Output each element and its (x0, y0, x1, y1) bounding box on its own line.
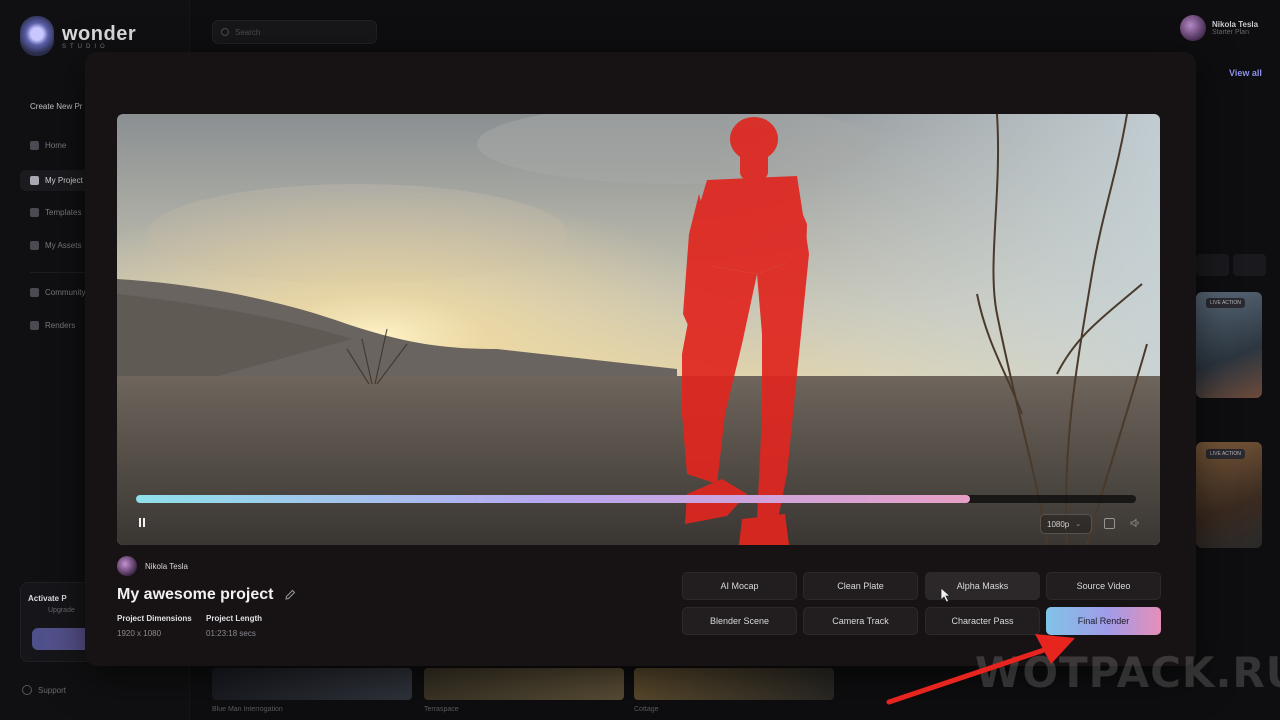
project-title: My awesome project (117, 586, 274, 603)
view-all-link[interactable]: View all (1229, 68, 1262, 78)
renders-icon (30, 321, 39, 330)
project-caption: Blue Man Interrogation (212, 706, 283, 713)
user-menu[interactable]: Nikola Tesla Starter Plan (1180, 15, 1258, 41)
live-action-badge: LIVE ACTION (1206, 298, 1245, 308)
brand-name: wonder (62, 22, 137, 45)
sidebar-item-label: My Project (45, 176, 83, 185)
resolution-value: 1080p (1047, 519, 1070, 529)
avatar (117, 556, 137, 576)
support-icon (22, 685, 32, 695)
avatar (1180, 15, 1206, 41)
ai-mocap-button[interactable]: AI Mocap (682, 572, 797, 600)
dimensions-label: Project Dimensions (117, 614, 192, 623)
page-title: My awesome project (117, 586, 296, 604)
search-icon (221, 28, 229, 36)
video-frame (117, 114, 1160, 545)
activate-title: Activate P (28, 594, 67, 603)
community-icon (30, 288, 39, 297)
folder-icon (30, 176, 39, 185)
resolution-select[interactable]: 1080p ⌄ (1040, 514, 1092, 534)
arrow-annotation-icon (886, 634, 1075, 705)
create-new-project-button[interactable]: Create New Pr (30, 102, 82, 111)
project-author[interactable]: Nikola Tesla (117, 556, 188, 576)
user-plan: Starter Plan (1212, 29, 1249, 36)
brand-logo-icon (20, 16, 54, 56)
grid-view-icon[interactable] (1233, 254, 1266, 276)
video-progress-bar[interactable] (136, 495, 1136, 503)
sidebar-item-templates[interactable]: Templates (30, 208, 81, 217)
view-toggle[interactable] (1196, 254, 1266, 276)
sidebar-item-label: My Assets (45, 241, 82, 250)
blender-scene-button[interactable]: Blender Scene (682, 607, 797, 635)
sidebar-item-community[interactable]: Community (30, 288, 85, 297)
support-link[interactable]: Support (22, 685, 66, 695)
activate-sub: Upgrade (48, 607, 75, 614)
source-video-button[interactable]: Source Video (1046, 572, 1161, 600)
brand[interactable]: wonder STUDIO (20, 16, 136, 56)
live-action-badge: LIVE ACTION (1206, 449, 1245, 459)
template-icon (30, 208, 39, 217)
user-name: Nikola Tesla (1212, 20, 1259, 29)
pause-icon (139, 517, 141, 527)
sidebar-item-label: Community (45, 288, 86, 297)
dimensions-value: 1920 x 1080 (117, 629, 162, 638)
search-input[interactable]: Search (212, 20, 377, 44)
project-length: Project Length 01:23:18 secs (206, 614, 262, 638)
project-thumbnail[interactable] (634, 668, 834, 700)
clean-plate-button[interactable]: Clean Plate (803, 572, 918, 600)
sidebar-item-label: Renders (45, 321, 76, 330)
pencil-icon[interactable] (284, 589, 296, 601)
sidebar-item-renders[interactable]: Renders (30, 321, 75, 330)
project-thumbnail[interactable] (424, 668, 624, 700)
home-icon (30, 141, 39, 150)
sidebar-item-label: Templates (45, 208, 82, 217)
length-label: Project Length (206, 614, 263, 623)
sidebar-item-home[interactable]: Home (30, 141, 66, 150)
sidebar-item-assets[interactable]: My Assets (30, 241, 81, 250)
project-caption: Cottage (634, 706, 659, 713)
app-window: wonder STUDIO Create New Pr Home My Proj… (0, 0, 1280, 720)
screenshot-icon[interactable] (1104, 518, 1115, 529)
volume-icon[interactable] (1130, 518, 1140, 528)
chevron-down-icon: ⌄ (1075, 521, 1082, 528)
pause-button[interactable] (132, 512, 152, 532)
project-caption: Terraspace (424, 706, 459, 713)
video-progress-fill (136, 495, 970, 503)
support-label: Support (38, 685, 67, 695)
author-name: Nikola Tesla (145, 561, 188, 571)
video-player[interactable] (117, 114, 1160, 545)
search-placeholder: Search (235, 27, 261, 37)
sidebar-item-label: Home (45, 141, 67, 150)
project-dimensions: Project Dimensions 1920 x 1080 (117, 614, 192, 638)
list-view-icon[interactable] (1196, 254, 1229, 276)
assets-icon (30, 241, 39, 250)
mouse-cursor-icon (940, 587, 952, 603)
length-value: 01:23:18 secs (206, 629, 256, 638)
project-thumbnail[interactable] (212, 668, 412, 700)
